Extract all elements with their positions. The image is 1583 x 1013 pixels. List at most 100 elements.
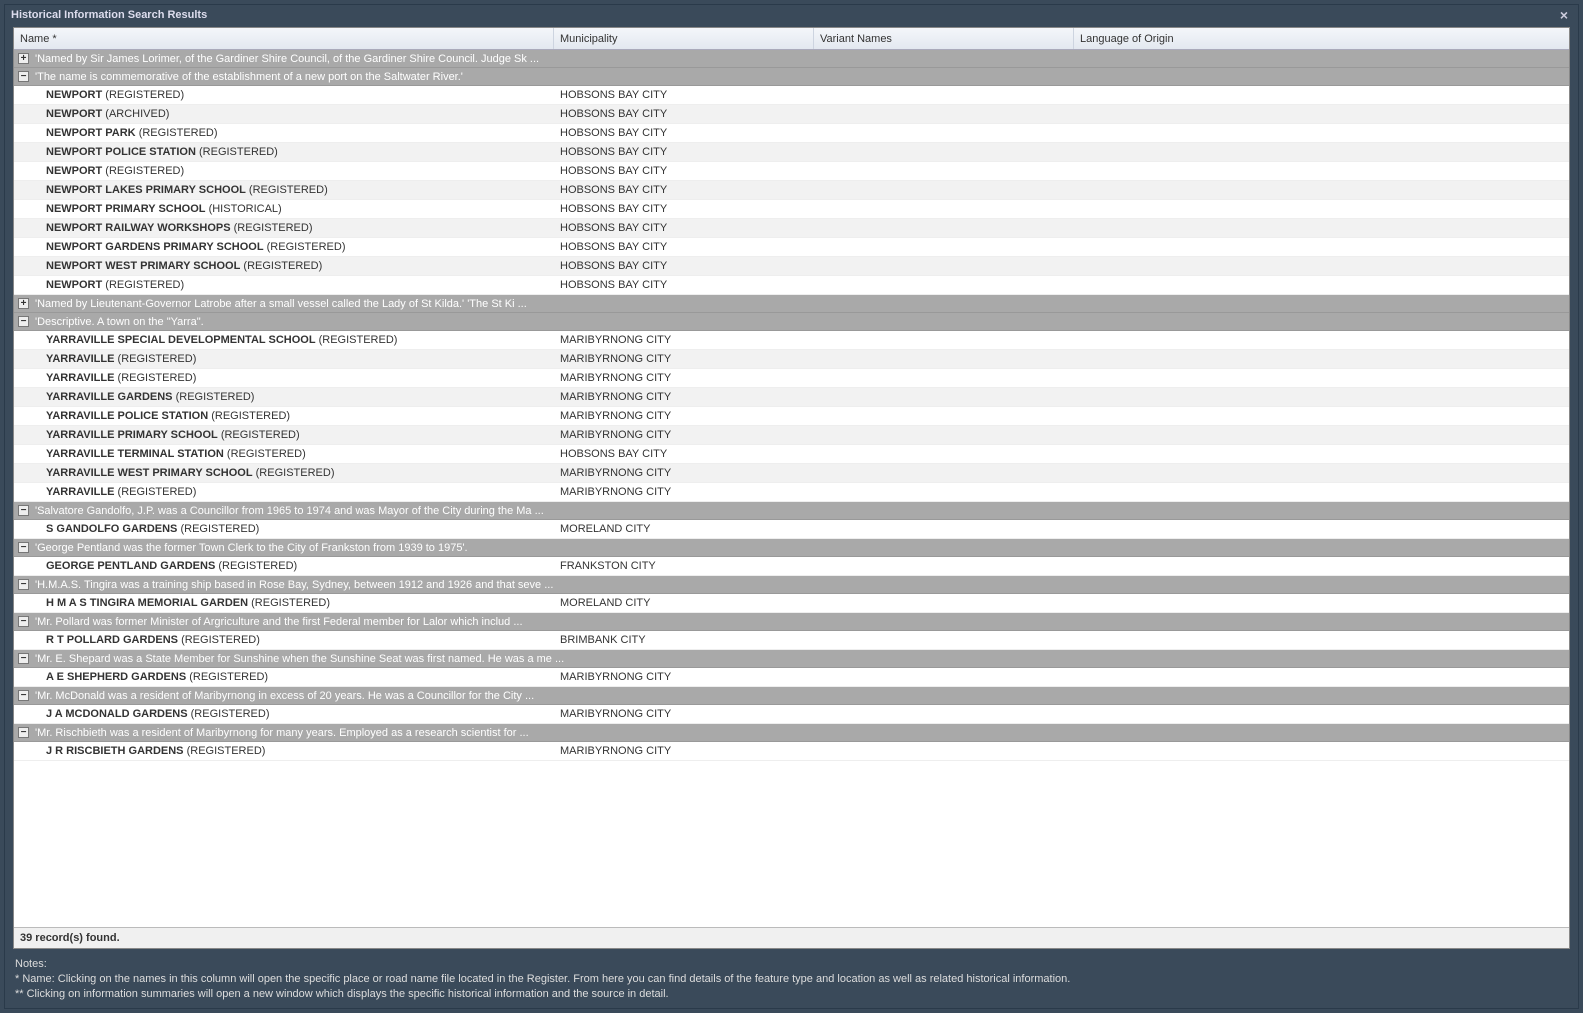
- table-row[interactable]: YARRAVILLE (REGISTERED) MARIBYRNONG CITY: [14, 369, 1569, 388]
- table-row[interactable]: NEWPORT PRIMARY SCHOOL (HISTORICAL) HOBS…: [14, 200, 1569, 219]
- table-row[interactable]: NEWPORT GARDENS PRIMARY SCHOOL (REGISTER…: [14, 238, 1569, 257]
- cell-name[interactable]: NEWPORT LAKES PRIMARY SCHOOL (REGISTERED…: [14, 184, 554, 196]
- table-row[interactable]: NEWPORT PARK (REGISTERED) HOBSONS BAY CI…: [14, 124, 1569, 143]
- cell-name[interactable]: S GANDOLFO GARDENS (REGISTERED): [14, 523, 554, 535]
- cell-name[interactable]: YARRAVILLE (REGISTERED): [14, 372, 554, 384]
- table-row[interactable]: YARRAVILLE PRIMARY SCHOOL (REGISTERED) M…: [14, 426, 1569, 445]
- group-row[interactable]: + 'Named by Sir James Lorimer, of the Ga…: [14, 50, 1569, 68]
- grid-body[interactable]: + 'Named by Sir James Lorimer, of the Ga…: [14, 50, 1569, 927]
- cell-name[interactable]: NEWPORT (REGISTERED): [14, 89, 554, 101]
- table-row[interactable]: J R RISCBIETH GARDENS (REGISTERED) MARIB…: [14, 742, 1569, 761]
- collapse-icon[interactable]: −: [18, 727, 29, 738]
- table-row[interactable]: NEWPORT RAILWAY WORKSHOPS (REGISTERED) H…: [14, 219, 1569, 238]
- table-row[interactable]: NEWPORT LAKES PRIMARY SCHOOL (REGISTERED…: [14, 181, 1569, 200]
- table-row[interactable]: NEWPORT (REGISTERED) HOBSONS BAY CITY: [14, 276, 1569, 295]
- group-label: 'H.M.A.S. Tingira was a training ship ba…: [35, 579, 553, 591]
- cell-municipality: MARIBYRNONG CITY: [554, 334, 814, 346]
- table-row[interactable]: S GANDOLFO GARDENS (REGISTERED) MORELAND…: [14, 520, 1569, 539]
- place-status: (REGISTERED): [105, 165, 184, 177]
- group-row[interactable]: − 'Descriptive. A town on the "Yarra".: [14, 313, 1569, 331]
- group-row[interactable]: − 'George Pentland was the former Town C…: [14, 539, 1569, 557]
- collapse-icon[interactable]: −: [18, 71, 29, 82]
- cell-name[interactable]: YARRAVILLE GARDENS (REGISTERED): [14, 391, 554, 403]
- place-status: (REGISTERED): [319, 334, 398, 346]
- cell-name[interactable]: NEWPORT POLICE STATION (REGISTERED): [14, 146, 554, 158]
- cell-name[interactable]: GEORGE PENTLAND GARDENS (REGISTERED): [14, 560, 554, 572]
- cell-municipality: HOBSONS BAY CITY: [554, 146, 814, 158]
- table-row[interactable]: YARRAVILLE (REGISTERED) MARIBYRNONG CITY: [14, 483, 1569, 502]
- place-status: (REGISTERED): [211, 410, 290, 422]
- cell-name[interactable]: NEWPORT PARK (REGISTERED): [14, 127, 554, 139]
- cell-name[interactable]: J R RISCBIETH GARDENS (REGISTERED): [14, 745, 554, 757]
- table-row[interactable]: YARRAVILLE GARDENS (REGISTERED) MARIBYRN…: [14, 388, 1569, 407]
- place-name: NEWPORT: [46, 108, 102, 120]
- collapse-icon[interactable]: −: [18, 690, 29, 701]
- group-row[interactable]: − 'Salvatore Gandolfo, J.P. was a Counci…: [14, 502, 1569, 520]
- expand-icon[interactable]: +: [18, 53, 29, 64]
- cell-name[interactable]: A E SHEPHERD GARDENS (REGISTERED): [14, 671, 554, 683]
- collapse-icon[interactable]: −: [18, 579, 29, 590]
- cell-name[interactable]: YARRAVILLE (REGISTERED): [14, 486, 554, 498]
- cell-name[interactable]: NEWPORT (REGISTERED): [14, 279, 554, 291]
- place-name: YARRAVILLE PRIMARY SCHOOL: [46, 429, 218, 441]
- table-row[interactable]: YARRAVILLE POLICE STATION (REGISTERED) M…: [14, 407, 1569, 426]
- notes-line1: * Name: Clicking on the names in this co…: [15, 972, 1568, 987]
- cell-name[interactable]: J A MCDONALD GARDENS (REGISTERED): [14, 708, 554, 720]
- cell-municipality: MARIBYRNONG CITY: [554, 467, 814, 479]
- cell-name[interactable]: NEWPORT GARDENS PRIMARY SCHOOL (REGISTER…: [14, 241, 554, 253]
- group-row[interactable]: − 'Mr. E. Shepard was a State Member for…: [14, 650, 1569, 668]
- table-row[interactable]: NEWPORT (ARCHIVED) HOBSONS BAY CITY: [14, 105, 1569, 124]
- cell-name[interactable]: NEWPORT RAILWAY WORKSHOPS (REGISTERED): [14, 222, 554, 234]
- group-row[interactable]: − 'Mr. Pollard was former Minister of Ar…: [14, 613, 1569, 631]
- group-label: 'Mr. Rischbieth was a resident of Mariby…: [35, 727, 529, 739]
- cell-name[interactable]: NEWPORT (ARCHIVED): [14, 108, 554, 120]
- place-status: (REGISTERED): [249, 184, 328, 196]
- place-status: (REGISTERED): [256, 467, 335, 479]
- expand-icon[interactable]: +: [18, 298, 29, 309]
- group-row[interactable]: − 'Mr. Rischbieth was a resident of Mari…: [14, 724, 1569, 742]
- group-label: 'Mr. E. Shepard was a State Member for S…: [35, 653, 564, 665]
- table-row[interactable]: GEORGE PENTLAND GARDENS (REGISTERED) FRA…: [14, 557, 1569, 576]
- table-row[interactable]: YARRAVILLE WEST PRIMARY SCHOOL (REGISTER…: [14, 464, 1569, 483]
- cell-municipality: HOBSONS BAY CITY: [554, 222, 814, 234]
- table-row[interactable]: R T POLLARD GARDENS (REGISTERED) BRIMBAN…: [14, 631, 1569, 650]
- cell-name[interactable]: NEWPORT WEST PRIMARY SCHOOL (REGISTERED): [14, 260, 554, 272]
- col-header-municipality[interactable]: Municipality: [554, 28, 814, 49]
- table-row[interactable]: YARRAVILLE SPECIAL DEVELOPMENTAL SCHOOL …: [14, 331, 1569, 350]
- cell-name[interactable]: R T POLLARD GARDENS (REGISTERED): [14, 634, 554, 646]
- close-icon[interactable]: ×: [1556, 7, 1572, 23]
- table-row[interactable]: A E SHEPHERD GARDENS (REGISTERED) MARIBY…: [14, 668, 1569, 687]
- notes-line2: ** Clicking on information summaries wil…: [15, 987, 1568, 1002]
- col-header-name[interactable]: Name *: [14, 28, 554, 49]
- collapse-icon[interactable]: −: [18, 316, 29, 327]
- col-header-language[interactable]: Language of Origin: [1074, 28, 1569, 49]
- cell-name[interactable]: H M A S TINGIRA MEMORIAL GARDEN (REGISTE…: [14, 597, 554, 609]
- table-row[interactable]: YARRAVILLE (REGISTERED) MARIBYRNONG CITY: [14, 350, 1569, 369]
- table-row[interactable]: NEWPORT WEST PRIMARY SCHOOL (REGISTERED)…: [14, 257, 1569, 276]
- table-row[interactable]: J A MCDONALD GARDENS (REGISTERED) MARIBY…: [14, 705, 1569, 724]
- table-row[interactable]: YARRAVILLE TERMINAL STATION (REGISTERED)…: [14, 445, 1569, 464]
- cell-name[interactable]: YARRAVILLE SPECIAL DEVELOPMENTAL SCHOOL …: [14, 334, 554, 346]
- cell-name[interactable]: NEWPORT PRIMARY SCHOOL (HISTORICAL): [14, 203, 554, 215]
- window-title: Historical Information Search Results: [11, 9, 207, 21]
- cell-municipality: MORELAND CITY: [554, 597, 814, 609]
- table-row[interactable]: NEWPORT POLICE STATION (REGISTERED) HOBS…: [14, 143, 1569, 162]
- group-row[interactable]: + 'Named by Lieutenant-Governor Latrobe …: [14, 295, 1569, 313]
- col-header-variant[interactable]: Variant Names: [814, 28, 1074, 49]
- table-row[interactable]: NEWPORT (REGISTERED) HOBSONS BAY CITY: [14, 86, 1569, 105]
- cell-name[interactable]: YARRAVILLE (REGISTERED): [14, 353, 554, 365]
- table-row[interactable]: H M A S TINGIRA MEMORIAL GARDEN (REGISTE…: [14, 594, 1569, 613]
- group-row[interactable]: − 'The name is commemorative of the esta…: [14, 68, 1569, 86]
- group-row[interactable]: − 'Mr. McDonald was a resident of Mariby…: [14, 687, 1569, 705]
- table-row[interactable]: NEWPORT (REGISTERED) HOBSONS BAY CITY: [14, 162, 1569, 181]
- cell-name[interactable]: YARRAVILLE WEST PRIMARY SCHOOL (REGISTER…: [14, 467, 554, 479]
- collapse-icon[interactable]: −: [18, 505, 29, 516]
- group-row[interactable]: − 'H.M.A.S. Tingira was a training ship …: [14, 576, 1569, 594]
- collapse-icon[interactable]: −: [18, 616, 29, 627]
- cell-name[interactable]: YARRAVILLE TERMINAL STATION (REGISTERED): [14, 448, 554, 460]
- cell-name[interactable]: YARRAVILLE PRIMARY SCHOOL (REGISTERED): [14, 429, 554, 441]
- cell-name[interactable]: NEWPORT (REGISTERED): [14, 165, 554, 177]
- cell-name[interactable]: YARRAVILLE POLICE STATION (REGISTERED): [14, 410, 554, 422]
- collapse-icon[interactable]: −: [18, 542, 29, 553]
- collapse-icon[interactable]: −: [18, 653, 29, 664]
